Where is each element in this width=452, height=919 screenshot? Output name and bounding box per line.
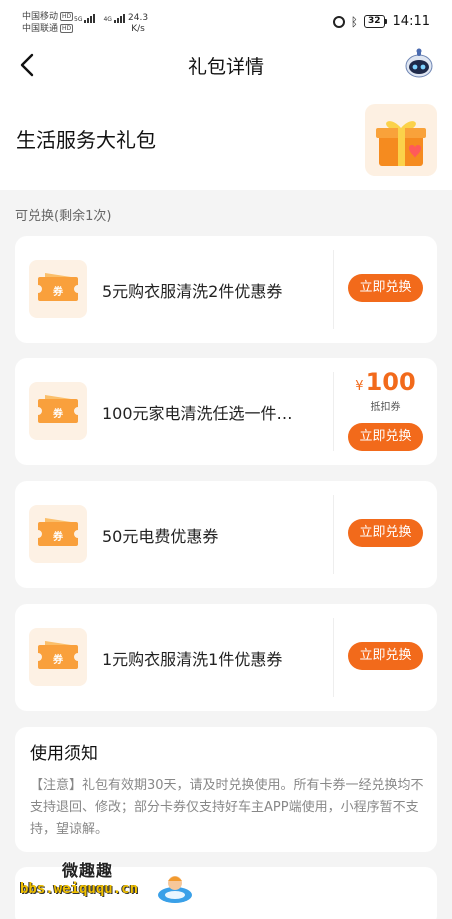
currency-symbol: ¥	[355, 379, 364, 394]
coupon-card: 券 50元电费优惠券 立即兑换	[15, 481, 437, 588]
redeem-button[interactable]: 立即兑换	[348, 423, 423, 451]
alarm-icon	[332, 15, 345, 28]
system-status: ᛒ 32 14:11	[332, 14, 430, 29]
watermark-url: bbs.weiququ.cn	[20, 881, 139, 897]
divider	[333, 372, 334, 451]
package-header: 生活服务大礼包	[0, 92, 452, 190]
watermark-mascot-icon	[156, 871, 194, 905]
coupon-name: 100元家电清洗任选一件…	[102, 403, 293, 423]
usage-notice-card: 使用须知 【注意】礼包有效期30天，请及时兑换使用。所有卡券一经兑换均不支持退回…	[15, 727, 437, 852]
coupon-card: 券 100元家电清洗任选一件… ¥100 抵扣券 立即兑换	[15, 358, 437, 465]
network-speed: 24.3 K/s	[128, 13, 149, 34]
watermark-title: 微趣趣	[62, 861, 114, 880]
svg-text:券: 券	[52, 530, 64, 543]
watermark: 微趣趣 bbs.weiququ.cn	[20, 855, 200, 907]
hd-badge: HD	[60, 24, 74, 33]
redeem-button[interactable]: 立即兑换	[348, 274, 423, 302]
signal-4g-icon: 4G	[103, 14, 125, 23]
price-value: 100	[365, 368, 416, 396]
coupon-ticket-icon: 券	[29, 382, 87, 440]
package-title: 生活服务大礼包	[16, 128, 156, 152]
coupon-card: 券 5元购衣服清洗2件优惠券 立即兑换	[15, 236, 437, 343]
coupon-name: 1元购衣服清洗1件优惠券	[102, 649, 283, 669]
svg-text:券: 券	[52, 653, 64, 666]
divider	[333, 250, 334, 329]
divider	[333, 495, 334, 574]
clock: 14:11	[392, 14, 430, 29]
coupon-name: 50元电费优惠券	[102, 526, 219, 546]
gift-box-icon	[365, 104, 437, 176]
redeemable-label: 可兑换(剩余1次)	[15, 209, 112, 224]
robot-assistant-icon[interactable]	[404, 48, 434, 80]
carrier-info: 中国移动 HD 中国联通 HD	[22, 11, 74, 35]
coupon-ticket-icon: 券	[29, 260, 87, 318]
coupon-ticket-icon: 券	[29, 505, 87, 563]
svg-text:券: 券	[52, 407, 64, 420]
status-bar: 中国移动 HD 中国联通 HD 5G 4G 24.3 K/s ᛒ 32 14:11	[0, 0, 452, 40]
coupon-ticket-icon: 券	[29, 628, 87, 686]
signal-5g-icon: 5G	[74, 14, 96, 23]
redeem-button[interactable]: 立即兑换	[348, 519, 423, 547]
battery-level: 32	[364, 15, 385, 28]
nav-bar: 礼包详情	[0, 40, 452, 92]
notice-text: 【注意】礼包有效期30天，请及时兑换使用。所有卡券一经兑换均不支持退回、修改；部…	[30, 778, 424, 837]
coupon-name: 5元购衣服清洗2件优惠券	[102, 281, 283, 301]
signal-icons: 5G 4G	[74, 14, 125, 23]
bluetooth-icon: ᛒ	[350, 14, 358, 29]
redeem-button[interactable]: 立即兑换	[348, 642, 423, 670]
coupon-price: ¥100 抵扣券	[348, 368, 423, 415]
divider	[333, 618, 334, 697]
price-note: 抵扣券	[370, 402, 401, 413]
coupon-card: 券 1元购衣服清洗1件优惠券 立即兑换	[15, 604, 437, 711]
svg-text:券: 券	[52, 285, 64, 298]
hd-badge: HD	[60, 12, 74, 21]
carrier-1: 中国移动	[22, 12, 59, 22]
page-title: 礼包详情	[187, 56, 264, 78]
battery-icon: 32	[364, 15, 387, 28]
carrier-2: 中国联通	[22, 24, 59, 34]
notice-title: 使用须知	[30, 744, 98, 764]
